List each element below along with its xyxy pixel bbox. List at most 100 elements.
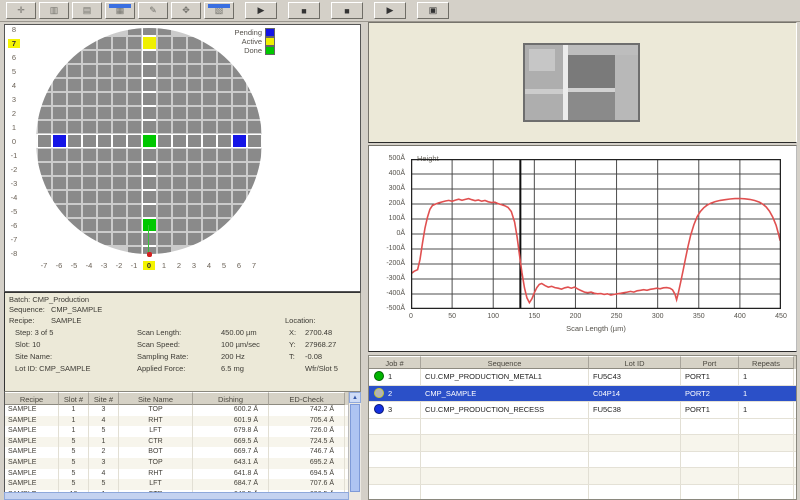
wafer-die[interactable] — [83, 191, 96, 203]
wafer-die[interactable] — [158, 177, 171, 189]
wafer-die[interactable] — [128, 191, 141, 203]
wafer-die[interactable] — [143, 233, 156, 245]
wafer-die[interactable] — [53, 191, 66, 203]
job-row[interactable]: 1CU.CMP_PRODUCTION_METAL1FU5C43PORT11 — [369, 369, 796, 386]
wafer-die[interactable] — [128, 121, 141, 133]
wafer-die[interactable] — [158, 247, 171, 254]
wafer-die[interactable] — [233, 107, 246, 119]
pause-button[interactable]: ▣ — [417, 2, 449, 19]
wafer-die[interactable] — [53, 79, 66, 91]
wafer-die[interactable] — [143, 205, 156, 217]
wafer-die[interactable] — [143, 177, 156, 189]
abort-button[interactable]: ■ — [331, 2, 363, 19]
wafer-die[interactable] — [68, 79, 81, 91]
wafer-die[interactable] — [248, 93, 261, 105]
wafer-die[interactable] — [188, 191, 201, 203]
wafer-die[interactable] — [188, 107, 201, 119]
wafer-die[interactable] — [158, 219, 171, 231]
wafer-die[interactable] — [218, 219, 231, 231]
wafer-die[interactable] — [203, 149, 216, 161]
wafer-die[interactable] — [53, 163, 66, 175]
wafer-die[interactable] — [68, 65, 81, 77]
wafer-die[interactable] — [158, 65, 171, 77]
wafer-die[interactable] — [233, 79, 246, 91]
table-row[interactable]: SAMPLE53TOP643.1 Å695.2 Å — [5, 458, 361, 469]
wafer-die[interactable] — [173, 191, 186, 203]
wafer-die[interactable] — [248, 191, 261, 203]
wafer-die[interactable] — [218, 177, 231, 189]
wafer-die[interactable] — [203, 163, 216, 175]
column-header-lot-id[interactable]: Lot ID — [589, 356, 681, 369]
wafer-die[interactable] — [53, 121, 66, 133]
wafer-die[interactable] — [113, 177, 126, 189]
wafer-die[interactable] — [248, 107, 261, 119]
wafer-die[interactable] — [173, 163, 186, 175]
wafer-site-die[interactable] — [143, 37, 156, 49]
wafer-die[interactable] — [98, 37, 111, 49]
wafer-die[interactable] — [68, 219, 81, 231]
wafer-die[interactable] — [98, 219, 111, 231]
wafer-die[interactable] — [203, 205, 216, 217]
column-header-ed-check[interactable]: ED-Check — [269, 392, 345, 405]
wafer-die[interactable] — [158, 191, 171, 203]
wafer-die[interactable] — [98, 121, 111, 133]
wafer-die[interactable] — [38, 191, 51, 203]
wafer-die[interactable] — [188, 163, 201, 175]
wafer-die[interactable] — [128, 177, 141, 189]
wafer-die[interactable] — [173, 121, 186, 133]
wafer-die[interactable] — [83, 205, 96, 217]
wafer-die[interactable] — [218, 93, 231, 105]
wafer-die[interactable] — [68, 107, 81, 119]
wafer-die[interactable] — [143, 28, 156, 35]
wafer-die[interactable] — [128, 135, 141, 147]
wafer-die[interactable] — [98, 107, 111, 119]
wafer-die[interactable] — [158, 205, 171, 217]
wafer-die[interactable] — [113, 51, 126, 63]
job-row[interactable]: 3CU.CMP_PRODUCTION_RECESSFU5C38PORT11 — [369, 402, 796, 419]
wafer-die[interactable] — [98, 65, 111, 77]
column-header-repeats[interactable]: Repeats — [739, 356, 794, 369]
wafer-die[interactable] — [143, 79, 156, 91]
wafer-die[interactable] — [173, 219, 186, 231]
wafer-die[interactable] — [128, 219, 141, 231]
wafer-die[interactable] — [218, 51, 231, 63]
column-header-site-name[interactable]: Site Name — [119, 392, 193, 405]
wafer-die[interactable] — [83, 163, 96, 175]
wafer-die[interactable] — [38, 135, 51, 147]
wafer-die[interactable] — [158, 135, 171, 147]
wafer-die[interactable] — [218, 205, 231, 217]
wafer-die[interactable] — [173, 135, 186, 147]
wafer-die[interactable] — [53, 93, 66, 105]
wafer-die[interactable] — [113, 107, 126, 119]
wafer-die[interactable] — [203, 107, 216, 119]
wafer-die[interactable] — [233, 177, 246, 189]
wafer-die[interactable] — [113, 149, 126, 161]
wafer-die[interactable] — [98, 51, 111, 63]
wafer-die[interactable] — [83, 107, 96, 119]
wafer-die[interactable] — [98, 177, 111, 189]
wafer-die[interactable] — [68, 121, 81, 133]
table-row[interactable]: SAMPLE54RHT641.8 Å694.5 Å — [5, 469, 361, 480]
wafer-die[interactable] — [128, 163, 141, 175]
wafer-die[interactable] — [233, 163, 246, 175]
wafer-die[interactable] — [248, 121, 261, 133]
wafer-die[interactable] — [233, 205, 246, 217]
wafer-die[interactable] — [158, 121, 171, 133]
wafer-die[interactable] — [173, 233, 186, 245]
wafer-die[interactable] — [128, 79, 141, 91]
wafer-die[interactable] — [83, 177, 96, 189]
wafer-die[interactable] — [83, 37, 96, 49]
scrollbar-thumb[interactable] — [350, 404, 360, 492]
wafer-die[interactable] — [203, 191, 216, 203]
wafer-die[interactable] — [113, 191, 126, 203]
wafer-die[interactable] — [143, 149, 156, 161]
wafer-die[interactable] — [38, 163, 51, 175]
wafer-die[interactable] — [68, 135, 81, 147]
wafer-die[interactable] — [173, 93, 186, 105]
wafer-die[interactable] — [113, 219, 126, 231]
wafer-die[interactable] — [173, 149, 186, 161]
wafer-die[interactable] — [158, 93, 171, 105]
wafer-die[interactable] — [68, 51, 81, 63]
column-header-slot-[interactable]: Slot # — [59, 392, 89, 405]
wafer-die[interactable] — [203, 65, 216, 77]
